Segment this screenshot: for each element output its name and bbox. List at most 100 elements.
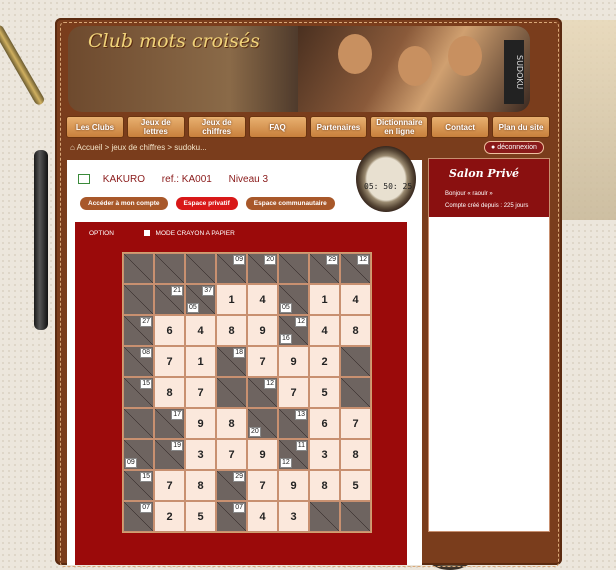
grid-cell-clue: 17 — [154, 408, 185, 439]
grid-cell-input[interactable]: 6 — [154, 315, 185, 346]
timer-value: 05: 50: 25 — [364, 182, 413, 191]
person-image — [338, 34, 372, 74]
grid-cell-input[interactable]: 5 — [185, 501, 216, 532]
grid-cell-input[interactable]: 4 — [247, 501, 278, 532]
nav-jeux-de-lettres[interactable]: Jeux de lettres — [126, 116, 185, 138]
grid-cell-input[interactable]: 9 — [278, 470, 309, 501]
grid-cell-clue: 05 — [278, 284, 309, 315]
person-image — [448, 36, 482, 76]
grid-cell-input[interactable]: 7 — [154, 346, 185, 377]
account-button[interactable]: Accéder à mon compte — [80, 197, 168, 210]
grid-cell-input[interactable]: 8 — [154, 377, 185, 408]
grid-cell-input[interactable]: 7 — [340, 408, 371, 439]
nav-partenaires[interactable]: Partenaires — [309, 116, 368, 138]
puzzle-header: KAKURO ref.: KA001 Niveau 3 — [78, 174, 282, 185]
fountain-pen-icon — [34, 150, 48, 330]
grid-cell-clue — [216, 377, 247, 408]
clue-number: 08 — [140, 348, 152, 358]
grid-cell-clue: 07 — [216, 501, 247, 532]
nav-faq[interactable]: FAQ — [248, 116, 307, 138]
grid-cell-input[interactable]: 7 — [278, 377, 309, 408]
grid-cell-clue — [340, 501, 371, 532]
salon-prive: Salon Privé Bonjour « raoulr » Compte cr… — [429, 159, 549, 217]
clue-number: 15 — [140, 472, 152, 482]
grid-cell-input[interactable]: 4 — [340, 284, 371, 315]
grid-cell-input[interactable]: 7 — [154, 470, 185, 501]
clue-number: 12 — [357, 255, 369, 265]
grid-cell-input[interactable]: 8 — [309, 470, 340, 501]
grid-cell-input[interactable]: 4 — [309, 315, 340, 346]
clue-number: 29 — [326, 255, 338, 265]
puzzle-icon — [78, 174, 90, 185]
grid-cell-input[interactable]: 9 — [247, 439, 278, 470]
grid-cell-clue: 21 — [154, 284, 185, 315]
grid-cell-clue: 07 — [123, 501, 154, 532]
grid-cell-clue: 12 — [340, 253, 371, 284]
grid-cell-input[interactable]: 3 — [278, 501, 309, 532]
grid-cell-input[interactable]: 2 — [309, 346, 340, 377]
breadcrumb-text[interactable]: Accueil > jeux de chiffres > sudoku... — [77, 143, 207, 152]
site-logo[interactable]: Club mots croisés — [88, 30, 260, 52]
grid-cell-input[interactable]: 1 — [309, 284, 340, 315]
grid-cell-input[interactable]: 7 — [216, 439, 247, 470]
private-space-button[interactable]: Espace privatif — [175, 197, 238, 210]
clue-number: 17 — [171, 410, 183, 420]
grid-cell-input[interactable]: 7 — [247, 470, 278, 501]
grid-cell-clue: 09 — [216, 253, 247, 284]
clue-number: 11 — [295, 441, 307, 451]
grid-cell-input[interactable]: 9 — [247, 315, 278, 346]
grid-cell-input[interactable]: 1 — [216, 284, 247, 315]
clue-number: 07 — [233, 503, 245, 513]
grid-cell-input[interactable]: 5 — [340, 470, 371, 501]
grid-cell-input[interactable]: 3 — [309, 439, 340, 470]
clue-number: 09 — [125, 458, 137, 468]
clue-number: 16 — [280, 334, 292, 344]
puzzle-level: Niveau 3 — [228, 174, 269, 185]
nav-contact[interactable]: Contact — [431, 116, 490, 138]
grid-cell-input[interactable]: 5 — [309, 377, 340, 408]
grid-cell-input[interactable]: 4 — [185, 315, 216, 346]
logout-button[interactable]: ● déconnexion — [484, 141, 544, 154]
community-space-button[interactable]: Espace communautaire — [245, 197, 335, 210]
clue-number: 05 — [280, 303, 292, 313]
main-nav: Les Clubs Jeux de lettres Jeux de chiffr… — [66, 116, 550, 138]
grid-cell-input[interactable]: 8 — [216, 408, 247, 439]
grid-cell-input[interactable]: 4 — [247, 284, 278, 315]
grid-cell-clue: 19 — [154, 439, 185, 470]
grid-cell-input[interactable]: 8 — [216, 315, 247, 346]
grid-cell-input[interactable]: 8 — [185, 470, 216, 501]
kakuro-grid: 09 20 29 12 21 37 05 1 4 05 1 4 27 6 4 8 9 12 16 4 8 08 7 1 18 7 9… — [122, 252, 372, 533]
nav-jeux-de-chiffres[interactable]: Jeux de chiffres — [187, 116, 246, 138]
grid-cell-input[interactable]: 1 — [185, 346, 216, 377]
options-bar: OPTION MODE CRAYON A PAPIER — [89, 230, 235, 237]
grid-cell-input[interactable]: 9 — [278, 346, 309, 377]
grid-cell-clue: 13 — [278, 408, 309, 439]
grid-cell-input[interactable]: 6 — [309, 408, 340, 439]
option-label[interactable]: OPTION — [89, 230, 114, 237]
nav-dictionnaire[interactable]: Dictionnaire en ligne — [370, 116, 429, 138]
nav-les-clubs[interactable]: Les Clubs — [66, 116, 124, 138]
person-image — [398, 46, 432, 86]
grid-cell-clue — [340, 346, 371, 377]
grid-cell-input[interactable]: 8 — [340, 439, 371, 470]
grid-cell-input[interactable]: 8 — [340, 315, 371, 346]
nav-plan-du-site[interactable]: Plan du site — [492, 116, 550, 138]
grid-cell-clue — [123, 408, 154, 439]
grid-cell-clue: 29 — [216, 470, 247, 501]
grid-cell-input[interactable]: 3 — [185, 439, 216, 470]
grid-cell-clue — [123, 284, 154, 315]
grid-cell-input[interactable]: 9 — [185, 408, 216, 439]
home-icon[interactable]: ⌂ — [70, 143, 75, 152]
grid-cell-input[interactable]: 7 — [185, 377, 216, 408]
clue-number: 19 — [171, 441, 183, 451]
pencil-mode-checkbox[interactable] — [143, 230, 150, 237]
grid-cell-clue — [154, 253, 185, 284]
grid-cell-clue: 20 — [247, 253, 278, 284]
pen-decoration-icon — [0, 23, 46, 107]
grid-cell-clue: 12 — [247, 377, 278, 408]
grid-cell-input[interactable]: 7 — [247, 346, 278, 377]
grid-cell-input[interactable]: 2 — [154, 501, 185, 532]
puzzle-type: KAKURO — [102, 174, 146, 185]
clue-number: 37 — [202, 286, 214, 296]
breadcrumb: ⌂ Accueil > jeux de chiffres > sudoku... — [70, 143, 207, 152]
